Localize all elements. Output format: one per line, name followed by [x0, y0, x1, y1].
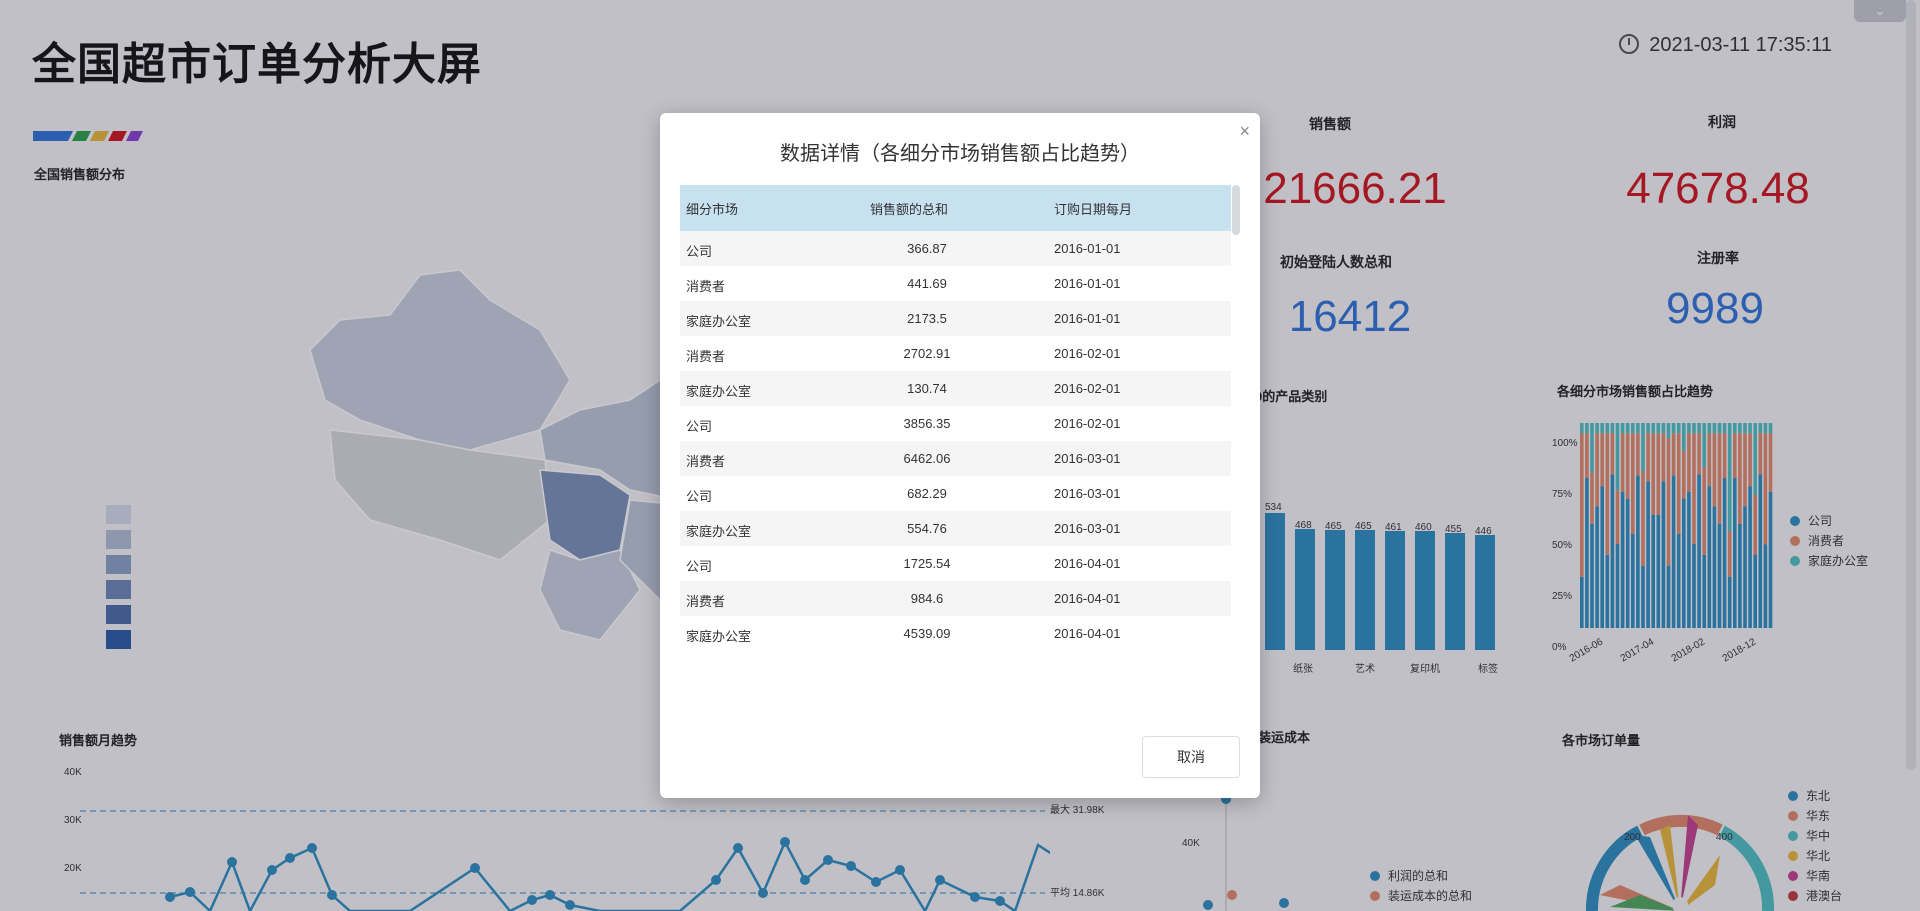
table-header: 细分市场 销售额的总和 订购日期每月	[680, 185, 1231, 231]
cell-sales-sum: 3856.35	[903, 416, 951, 431]
cell-sales-sum: 4539.09	[903, 626, 951, 641]
cell-order-month: 2016-01-01	[1054, 241, 1121, 256]
table-row[interactable]: 公司 3856.35 2016-02-01	[680, 406, 1231, 441]
data-detail-modal: 数据详情（各细分市场销售额占比趋势） × 细分市场 销售额的总和 订购日期每月 …	[660, 113, 1260, 798]
table-row[interactable]: 家庭办公室 554.76 2016-03-01	[680, 511, 1231, 546]
table-row[interactable]: 消费者 441.69 2016-01-01	[680, 266, 1231, 301]
column-header-segment[interactable]: 细分市场	[686, 199, 738, 218]
cell-sales-sum: 2173.5	[907, 311, 947, 326]
cell-order-month: 2016-01-01	[1054, 276, 1121, 291]
cell-order-month: 2016-02-01	[1054, 416, 1121, 431]
table-row[interactable]: 家庭办公室 2173.5 2016-01-01	[680, 301, 1231, 336]
cell-sales-sum: 554.76	[907, 521, 947, 536]
table-row[interactable]: 家庭办公室 130.74 2016-02-01	[680, 371, 1231, 406]
table-row[interactable]: 公司 366.87 2016-01-01	[680, 231, 1231, 266]
table-row[interactable]: 公司 1725.54 2016-04-01	[680, 546, 1231, 581]
cell-sales-sum: 2702.91	[903, 346, 951, 361]
column-header-sales-sum[interactable]: 销售额的总和	[870, 199, 948, 218]
cell-segment: 消费者	[686, 279, 726, 294]
close-icon[interactable]: ×	[1239, 121, 1250, 142]
cell-order-month: 2016-04-01	[1054, 626, 1121, 641]
cell-sales-sum: 441.69	[907, 276, 947, 291]
cell-segment: 家庭办公室	[686, 314, 752, 329]
column-header-order-month[interactable]: 订购日期每月	[1054, 199, 1132, 218]
cell-segment: 家庭办公室	[686, 384, 752, 399]
cell-segment: 消费者	[686, 349, 726, 364]
cell-segment: 消费者	[686, 594, 726, 609]
cell-sales-sum: 130.74	[907, 381, 947, 396]
cell-segment: 公司	[686, 244, 713, 259]
cell-order-month: 2016-02-01	[1054, 346, 1121, 361]
table-row[interactable]: 家庭办公室 4539.09 2016-04-01	[680, 616, 1231, 643]
cell-order-month: 2016-04-01	[1054, 556, 1121, 571]
cell-order-month: 2016-03-01	[1054, 451, 1121, 466]
cell-order-month: 2016-02-01	[1054, 381, 1121, 396]
cell-order-month: 2016-03-01	[1054, 521, 1121, 536]
cell-order-month: 2016-04-01	[1054, 591, 1121, 606]
table-scrollbar[interactable]	[1232, 185, 1240, 235]
table-body: 公司 366.87 2016-01-01 消费者 441.69 2016-01-01 家庭办…	[680, 231, 1231, 643]
cell-segment: 消费者	[686, 454, 726, 469]
cell-segment: 公司	[686, 419, 713, 434]
cell-sales-sum: 1725.54	[903, 556, 951, 571]
cell-order-month: 2016-03-01	[1054, 486, 1121, 501]
table-row[interactable]: 消费者 984.6 2016-04-01	[680, 581, 1231, 616]
cancel-button[interactable]: 取消	[1142, 736, 1240, 778]
cell-sales-sum: 6462.06	[903, 451, 951, 466]
cell-sales-sum: 682.29	[907, 486, 947, 501]
table-row[interactable]: 消费者 6462.06 2016-03-01	[680, 441, 1231, 476]
cell-segment: 家庭办公室	[686, 524, 752, 539]
cell-sales-sum: 984.6	[910, 591, 944, 606]
cell-order-month: 2016-01-01	[1054, 311, 1121, 326]
cell-sales-sum: 366.87	[907, 241, 947, 256]
modal-title: 数据详情（各细分市场销售额占比趋势）	[780, 143, 1140, 165]
cell-segment: 公司	[686, 559, 713, 574]
cell-segment: 公司	[686, 489, 713, 504]
cell-segment: 家庭办公室	[686, 629, 752, 643]
table-row[interactable]: 公司 682.29 2016-03-01	[680, 476, 1231, 511]
table-row[interactable]: 消费者 2702.91 2016-02-01	[680, 336, 1231, 371]
